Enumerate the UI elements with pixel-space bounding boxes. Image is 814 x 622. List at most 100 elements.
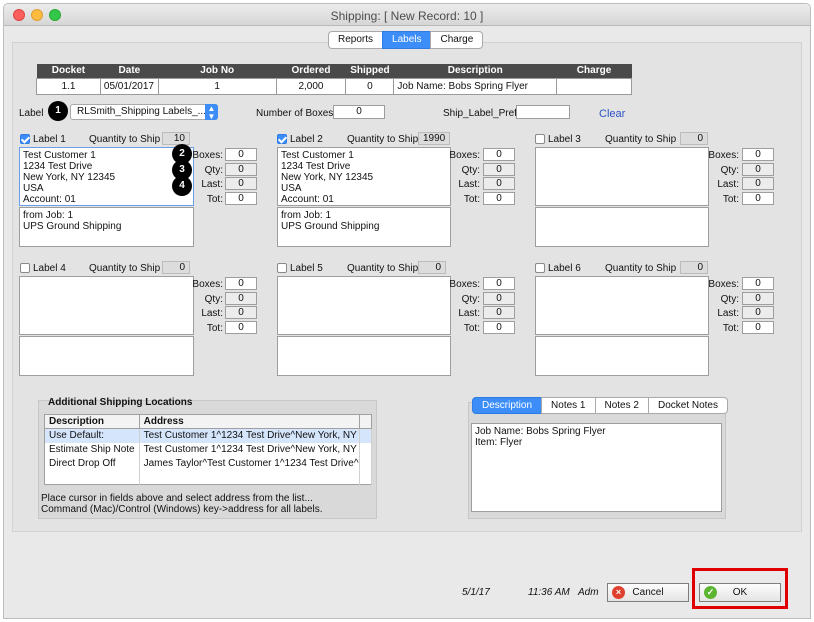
window-title: Shipping: [ New Record: 10 ] (330, 9, 484, 23)
label-2-tot-label: Tot: (463, 194, 480, 205)
description-tabs: Description Notes 1 Notes 2 Docket Notes (472, 397, 728, 414)
ordered-cell[interactable]: 2,000 (275, 77, 347, 95)
date-cell[interactable]: 05/01/2017 (99, 77, 159, 95)
label-5-tot-label: Tot: (463, 323, 480, 334)
clear-link[interactable]: Clear (599, 108, 625, 120)
label-3-shipping-box[interactable] (535, 207, 709, 247)
tab-charge[interactable]: Charge (430, 31, 484, 49)
label-6-shipping-box[interactable] (535, 336, 709, 376)
col-docket: Docket (36, 64, 101, 78)
label-3-tot-label: Tot: (722, 194, 739, 205)
label-6-address-box[interactable] (535, 276, 709, 335)
table-row[interactable] (44, 470, 373, 485)
label-1-qty-to-ship-label: Quantity to Ship (89, 134, 161, 145)
col-description: Description (393, 64, 557, 78)
shipping-line: UPS Ground Shipping (281, 221, 380, 232)
label-6-last-field: 0 (742, 306, 774, 319)
label-3-boxes-field[interactable]: 0 (742, 148, 774, 161)
label-6-boxes-label: Boxes: (708, 279, 739, 290)
label-1-boxes-field[interactable]: 0 (225, 148, 257, 161)
docket-cell[interactable]: 1.1 (36, 77, 101, 95)
label-6-checkbox[interactable] (535, 263, 545, 273)
shipping-locations-table: Description Address Use Default: Test Cu… (44, 414, 373, 485)
address-line: New York, NY 12345 (23, 172, 116, 183)
tab-reports[interactable]: Reports (328, 31, 384, 49)
label-5-boxes-field[interactable]: 0 (483, 277, 515, 290)
label-1-last-field: 0 (225, 177, 257, 190)
label-5-shipping-box[interactable] (277, 336, 451, 376)
label-1-title: Label 1 (33, 134, 66, 145)
description-line: Job Name: Bobs Spring Flyer (475, 426, 606, 437)
label-1-qty-to-ship-value: 10 (162, 132, 190, 145)
job-no-cell[interactable]: 1 (157, 77, 277, 95)
location-description: Direct Drop Off (44, 456, 140, 471)
label-1-qty-label: Qty: (204, 165, 223, 176)
table-row[interactable]: Estimate Ship Note Test Customer 1^1234 … (44, 442, 373, 457)
number-of-boxes-field[interactable]: 0 (333, 105, 385, 119)
ship-label-pref-field[interactable] (516, 105, 570, 119)
label-3-address-box[interactable] (535, 147, 709, 206)
description-cell[interactable]: Job Name: Bobs Spring Flyer (393, 77, 558, 95)
title-bar: Shipping: [ New Record: 10 ] (4, 4, 810, 26)
label-select-label: Label (19, 108, 44, 119)
label-1-shipping-box[interactable]: from Job: 1 UPS Ground Shipping (19, 207, 194, 247)
label-format-select[interactable]: RLSmith_Shipping Labels_... ▲ ▼ (70, 104, 218, 121)
label-6-tot-label: Tot: (722, 323, 739, 334)
tab-labels[interactable]: Labels (382, 31, 432, 49)
shipping-line: from Job: 1 (23, 210, 74, 221)
col-charge: Charge (556, 64, 632, 78)
label-3-qty-to-ship-label: Quantity to Ship (605, 134, 677, 145)
label-5-last-label: Last: (458, 308, 480, 319)
label-2-title: Label 2 (290, 134, 323, 145)
label-1-checkbox[interactable] (20, 134, 30, 144)
label-3-qty-field: 0 (742, 163, 774, 176)
label-4-last-field: 0 (225, 306, 257, 319)
shipped-cell[interactable]: 0 (345, 77, 395, 95)
tab-notes-2[interactable]: Notes 2 (594, 397, 649, 414)
footer-date: 5/1/17 (462, 587, 490, 598)
label-5-checkbox[interactable] (277, 263, 287, 273)
additional-shipping-title: Additional Shipping Locations (48, 397, 193, 408)
help-line: Command (Mac)/Control (Windows) key->add… (41, 504, 323, 515)
cancel-button[interactable]: × Cancel (607, 583, 689, 602)
label-5-address-box[interactable] (277, 276, 451, 335)
label-4-address-box[interactable] (19, 276, 194, 335)
label-4-shipping-box[interactable] (19, 336, 194, 376)
help-line: Place cursor in fields above and select … (41, 493, 313, 504)
label-3-checkbox[interactable] (535, 134, 545, 144)
label-4-boxes-field[interactable]: 0 (225, 277, 257, 290)
label-6-qty-to-ship-value: 0 (680, 261, 708, 274)
address-line: 1234 Test Drive (281, 161, 351, 172)
label-5-qty-label: Qty: (461, 294, 480, 305)
label-2-boxes-label: Boxes: (449, 150, 480, 161)
label-2-checkbox[interactable] (277, 134, 287, 144)
label-2-address-box[interactable]: Test Customer 1 1234 Test Drive New York… (277, 147, 451, 206)
address-line: Account: 01 (23, 194, 76, 205)
callout-badge-1: 1 (48, 101, 68, 121)
number-of-boxes-label: Number of Boxes (256, 108, 334, 119)
label-5-qty-to-ship-label: Quantity to Ship (347, 263, 419, 274)
label-4-checkbox[interactable] (20, 263, 30, 273)
address-line: USA (281, 183, 302, 194)
description-textarea[interactable]: Job Name: Bobs Spring Flyer Item: Flyer (471, 423, 722, 512)
ok-highlight-box (692, 568, 788, 609)
label-3-last-label: Last: (717, 179, 739, 190)
charge-cell[interactable] (556, 77, 632, 95)
tab-description[interactable]: Description (472, 397, 543, 414)
label-2-qty-field: 0 (483, 163, 515, 176)
label-4-qty-label: Qty: (204, 294, 223, 305)
label-4-boxes-label: Boxes: (192, 279, 223, 290)
table-row[interactable]: Use Default: Test Customer 1^1234 Test D… (44, 428, 373, 443)
label-2-shipping-box[interactable]: from Job: 1 UPS Ground Shipping (277, 207, 451, 247)
col-spacer (359, 414, 373, 429)
callout-badge-4: 4 (172, 176, 192, 196)
label-6-boxes-field[interactable]: 0 (742, 277, 774, 290)
col-address: Address (139, 414, 360, 429)
docket-table: Docket Date Job No Ordered Shipped Descr… (36, 64, 632, 95)
col-date: Date (100, 64, 159, 78)
tab-docket-notes[interactable]: Docket Notes (647, 397, 728, 414)
table-row[interactable]: Direct Drop Off James Taylor^Test Custom… (44, 456, 373, 471)
label-2-boxes-field[interactable]: 0 (483, 148, 515, 161)
tab-notes-1[interactable]: Notes 1 (541, 397, 596, 414)
label-1-address-box[interactable]: Test Customer 1 1234 Test Drive New York… (19, 147, 194, 206)
